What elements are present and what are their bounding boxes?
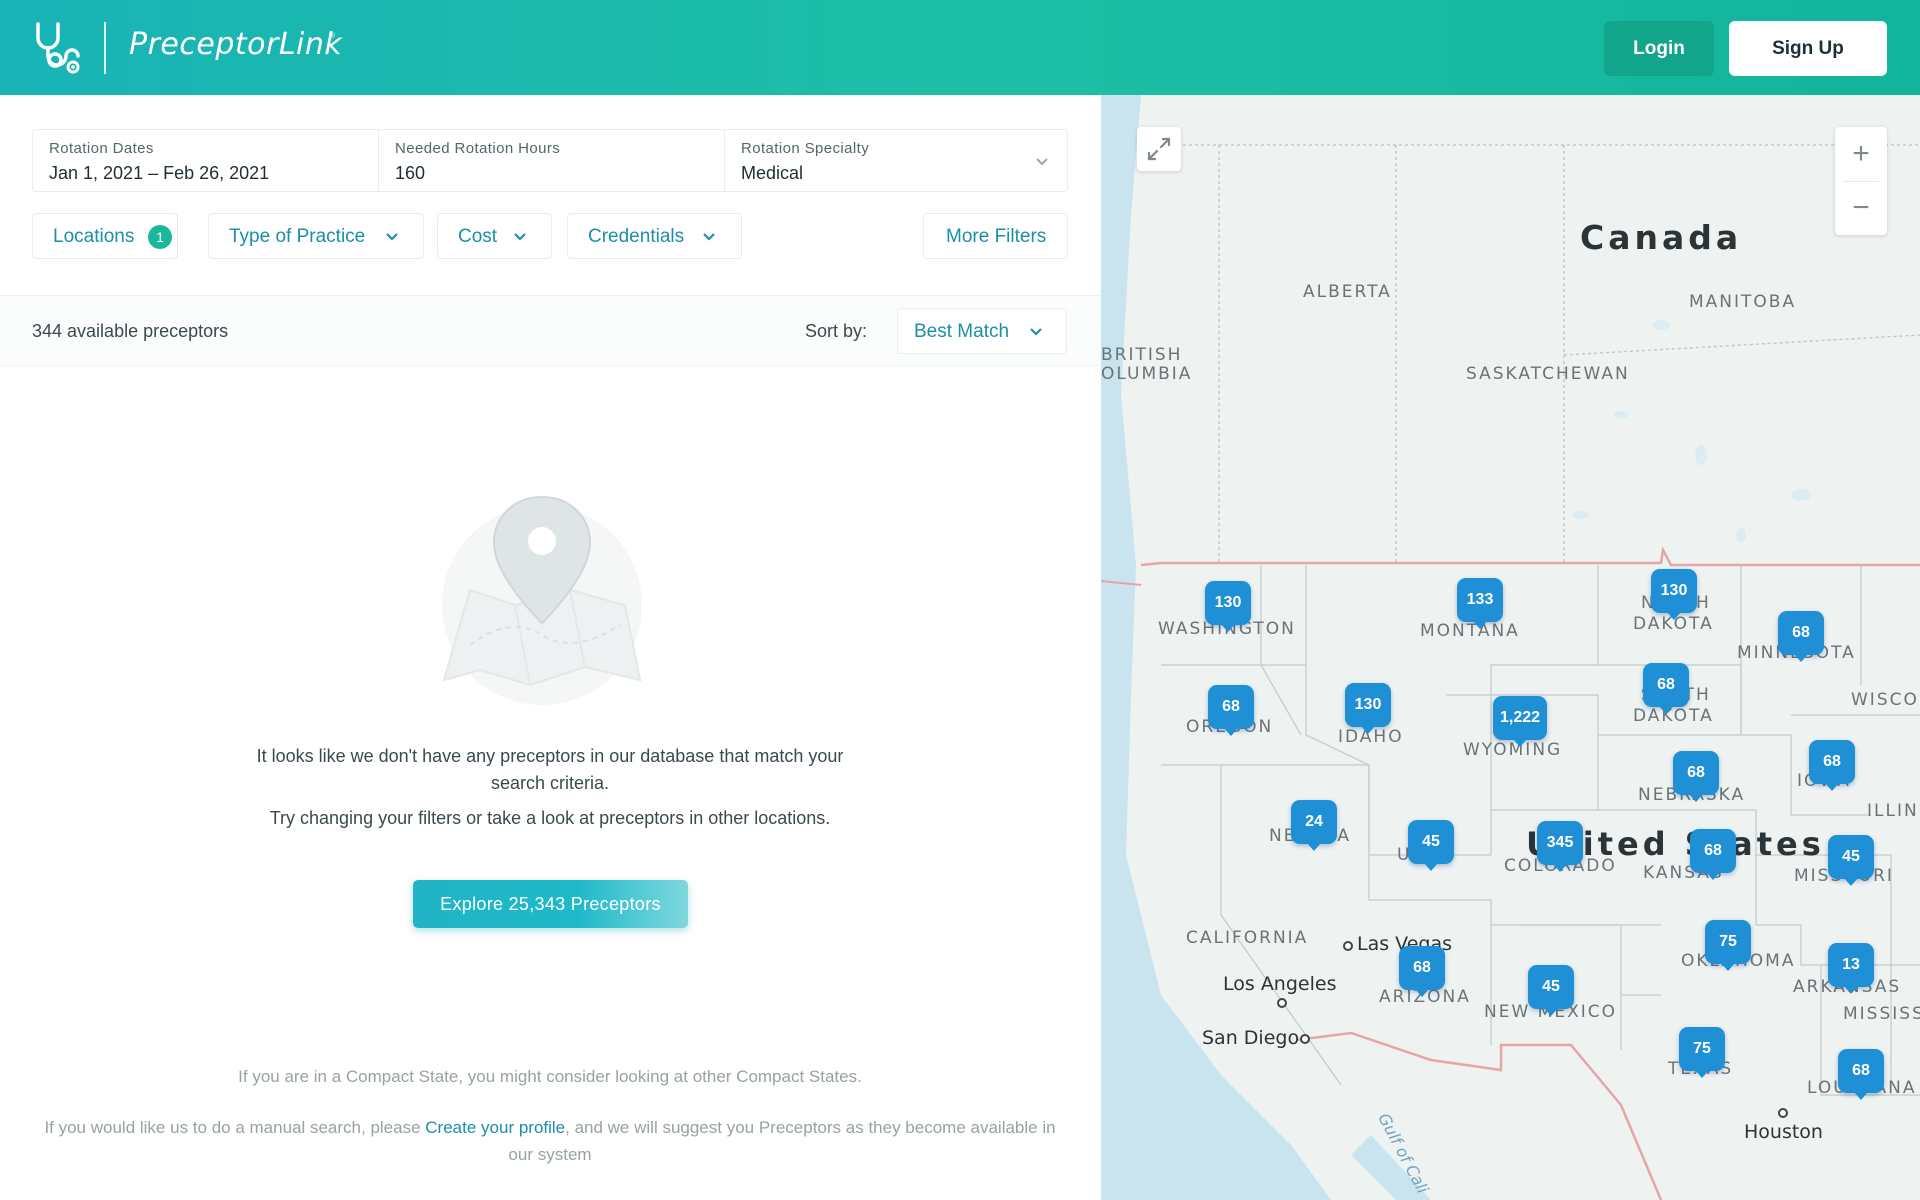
credentials-chip-label: Credentials [588, 226, 685, 247]
expand-icon [1147, 137, 1171, 161]
credentials-filter-chip[interactable]: Credentials [567, 213, 742, 259]
manual-search-note: If you would like us to do a manual sear… [30, 1114, 1070, 1168]
cluster-pin-north-dakota[interactable]: 130 [1651, 569, 1697, 620]
san-diego-marker [1300, 1034, 1310, 1044]
map-zoom-controls: + − [1835, 127, 1887, 235]
rotation-hours-value: 160 [395, 163, 426, 183]
zoom-in-button[interactable]: + [1835, 127, 1887, 181]
cluster-pin-washington[interactable]: 130 [1205, 581, 1251, 632]
rotation-filter-card: Rotation Dates Jan 1, 2021 – Feb 26, 202… [32, 129, 1068, 192]
cluster-pin-arkansas[interactable]: 13 [1828, 943, 1874, 994]
map-label-illin: ILLIN [1867, 801, 1919, 821]
signup-button[interactable]: Sign Up [1729, 21, 1887, 76]
cluster-pin-texas[interactable]: 75 [1679, 1027, 1725, 1078]
map-label-mississ: MISSISS [1843, 1004, 1920, 1024]
cluster-pin-nebraska[interactable]: 68 [1673, 751, 1719, 802]
cluster-pin-minnesota[interactable]: 68 [1778, 611, 1824, 662]
chevron-down-icon [1036, 158, 1048, 166]
top-header: PreceptorLink ® Login Sign Up [0, 0, 1920, 95]
cluster-pin-oregon[interactable]: 68 [1208, 685, 1254, 736]
preceptor-map[interactable]: Canada ALBERTA MANITOBA BRITISH OLUMBIA … [1101, 95, 1920, 1200]
map-label-saskatchewan: SASKATCHEWAN [1466, 364, 1630, 384]
cluster-pin-colorado[interactable]: 345 [1537, 821, 1583, 872]
cluster-pin-iowa[interactable]: 68 [1809, 740, 1855, 791]
no-results-suggestion: Try changing your filters or take a look… [269, 808, 831, 828]
rotation-hours-label: Needed Rotation Hours [395, 140, 561, 157]
rotation-dates-value: Jan 1, 2021 – Feb 26, 2021 [49, 163, 270, 183]
sort-select-value: Best Match [914, 321, 1010, 342]
logo-divider [104, 22, 106, 74]
cluster-pin-wyoming[interactable]: 1,222 [1493, 696, 1548, 747]
rotation-dates-field[interactable]: Rotation Dates Jan 1, 2021 – Feb 26, 202… [33, 130, 379, 191]
cluster-pin-utah[interactable]: 45 [1408, 820, 1454, 871]
los-angeles-marker [1277, 998, 1287, 1008]
map-expand-button[interactable] [1137, 127, 1181, 171]
cost-chip-label: Cost [458, 226, 498, 247]
chevron-down-icon [514, 233, 526, 241]
map-label-wisco: WISCO [1851, 690, 1919, 710]
city-san-diego: San Diego [1202, 1027, 1300, 1049]
locations-chip-label: Locations [53, 226, 135, 247]
empty-map-pin-illustration [442, 495, 642, 705]
map-label-manitoba: MANITOBA [1689, 292, 1797, 312]
cost-filter-chip[interactable]: Cost [437, 213, 552, 259]
type-of-practice-label: Type of Practice [229, 226, 366, 247]
rotation-specialty-value: Medical [741, 163, 804, 183]
cluster-pin-south-dakota[interactable]: 68 [1643, 663, 1689, 714]
cluster-pin-oklahoma[interactable]: 75 [1705, 920, 1751, 971]
map-label-british: BRITISH [1101, 345, 1183, 365]
more-filters-button[interactable]: More Filters [923, 213, 1068, 259]
zoom-out-button[interactable]: − [1835, 181, 1887, 235]
explore-preceptors-button[interactable]: Explore 25,343 Preceptors [413, 880, 688, 928]
sort-bar: 344 available preceptors Sort by: Best M… [0, 295, 1101, 366]
registered-mark: ® [329, 31, 335, 40]
manual-search-suffix: , and we will suggest you Preceptors as … [508, 1118, 1056, 1164]
type-of-practice-chip[interactable]: Type of Practice [208, 213, 424, 259]
las-vegas-marker [1343, 941, 1353, 951]
cluster-pin-missouri[interactable]: 45 [1828, 835, 1874, 886]
cluster-pin-louisiana[interactable]: 68 [1838, 1049, 1884, 1100]
map-label-montana: MONTANA [1420, 621, 1520, 641]
city-los-angeles: Los Angeles [1223, 973, 1337, 995]
stethoscope-logo-icon[interactable] [30, 20, 84, 76]
rotation-specialty-select[interactable]: Rotation Specialty Medical [725, 130, 1069, 191]
compact-state-note: If you are in a Compact State, you might… [238, 1067, 862, 1086]
cluster-pin-kansas[interactable]: 68 [1690, 829, 1736, 880]
map-label-south-dakota: DAKOTA [1633, 706, 1714, 726]
cluster-pin-nevada[interactable]: 24 [1291, 800, 1337, 851]
houston-marker [1778, 1108, 1788, 1118]
city-houston: Houston [1744, 1121, 1823, 1143]
cluster-pin-arizona[interactable]: 68 [1399, 946, 1445, 997]
login-button[interactable]: Login [1604, 21, 1714, 76]
cluster-pin-montana[interactable]: 133 [1457, 578, 1503, 629]
sort-select[interactable]: Best Match [897, 308, 1067, 354]
brand-name[interactable]: PreceptorLink [129, 27, 342, 62]
cluster-pin-new-mexico[interactable]: 45 [1528, 965, 1574, 1016]
more-filters-label: More Filters [946, 226, 1047, 247]
map-label-california: CALIFORNIA [1186, 928, 1309, 948]
no-results-message: It looks like we don't have any precepto… [256, 746, 844, 793]
manual-search-prefix: If you would like us to do a manual sear… [44, 1118, 426, 1137]
results-count: 344 available preceptors [32, 321, 229, 341]
map-label-canada: Canada [1580, 218, 1743, 257]
sort-by-label: Sort by: [805, 321, 868, 341]
rotation-dates-label: Rotation Dates [49, 140, 154, 157]
rotation-specialty-label: Rotation Specialty [741, 140, 870, 157]
chevron-down-icon [1030, 328, 1042, 336]
map-label-alberta: ALBERTA [1303, 282, 1392, 302]
cluster-pin-idaho[interactable]: 130 [1345, 683, 1391, 734]
chevron-down-icon [703, 233, 715, 241]
locations-filter-chip[interactable]: Locations 1 [32, 213, 178, 259]
chevron-down-icon [386, 233, 398, 241]
locations-count-badge: 1 [148, 225, 172, 249]
rotation-hours-field[interactable]: Needed Rotation Hours 160 [379, 130, 725, 191]
results-panel: Rotation Dates Jan 1, 2021 – Feb 26, 202… [0, 95, 1101, 1200]
create-profile-link[interactable]: Create your profile [425, 1118, 565, 1137]
map-label-columbia: OLUMBIA [1101, 364, 1193, 384]
